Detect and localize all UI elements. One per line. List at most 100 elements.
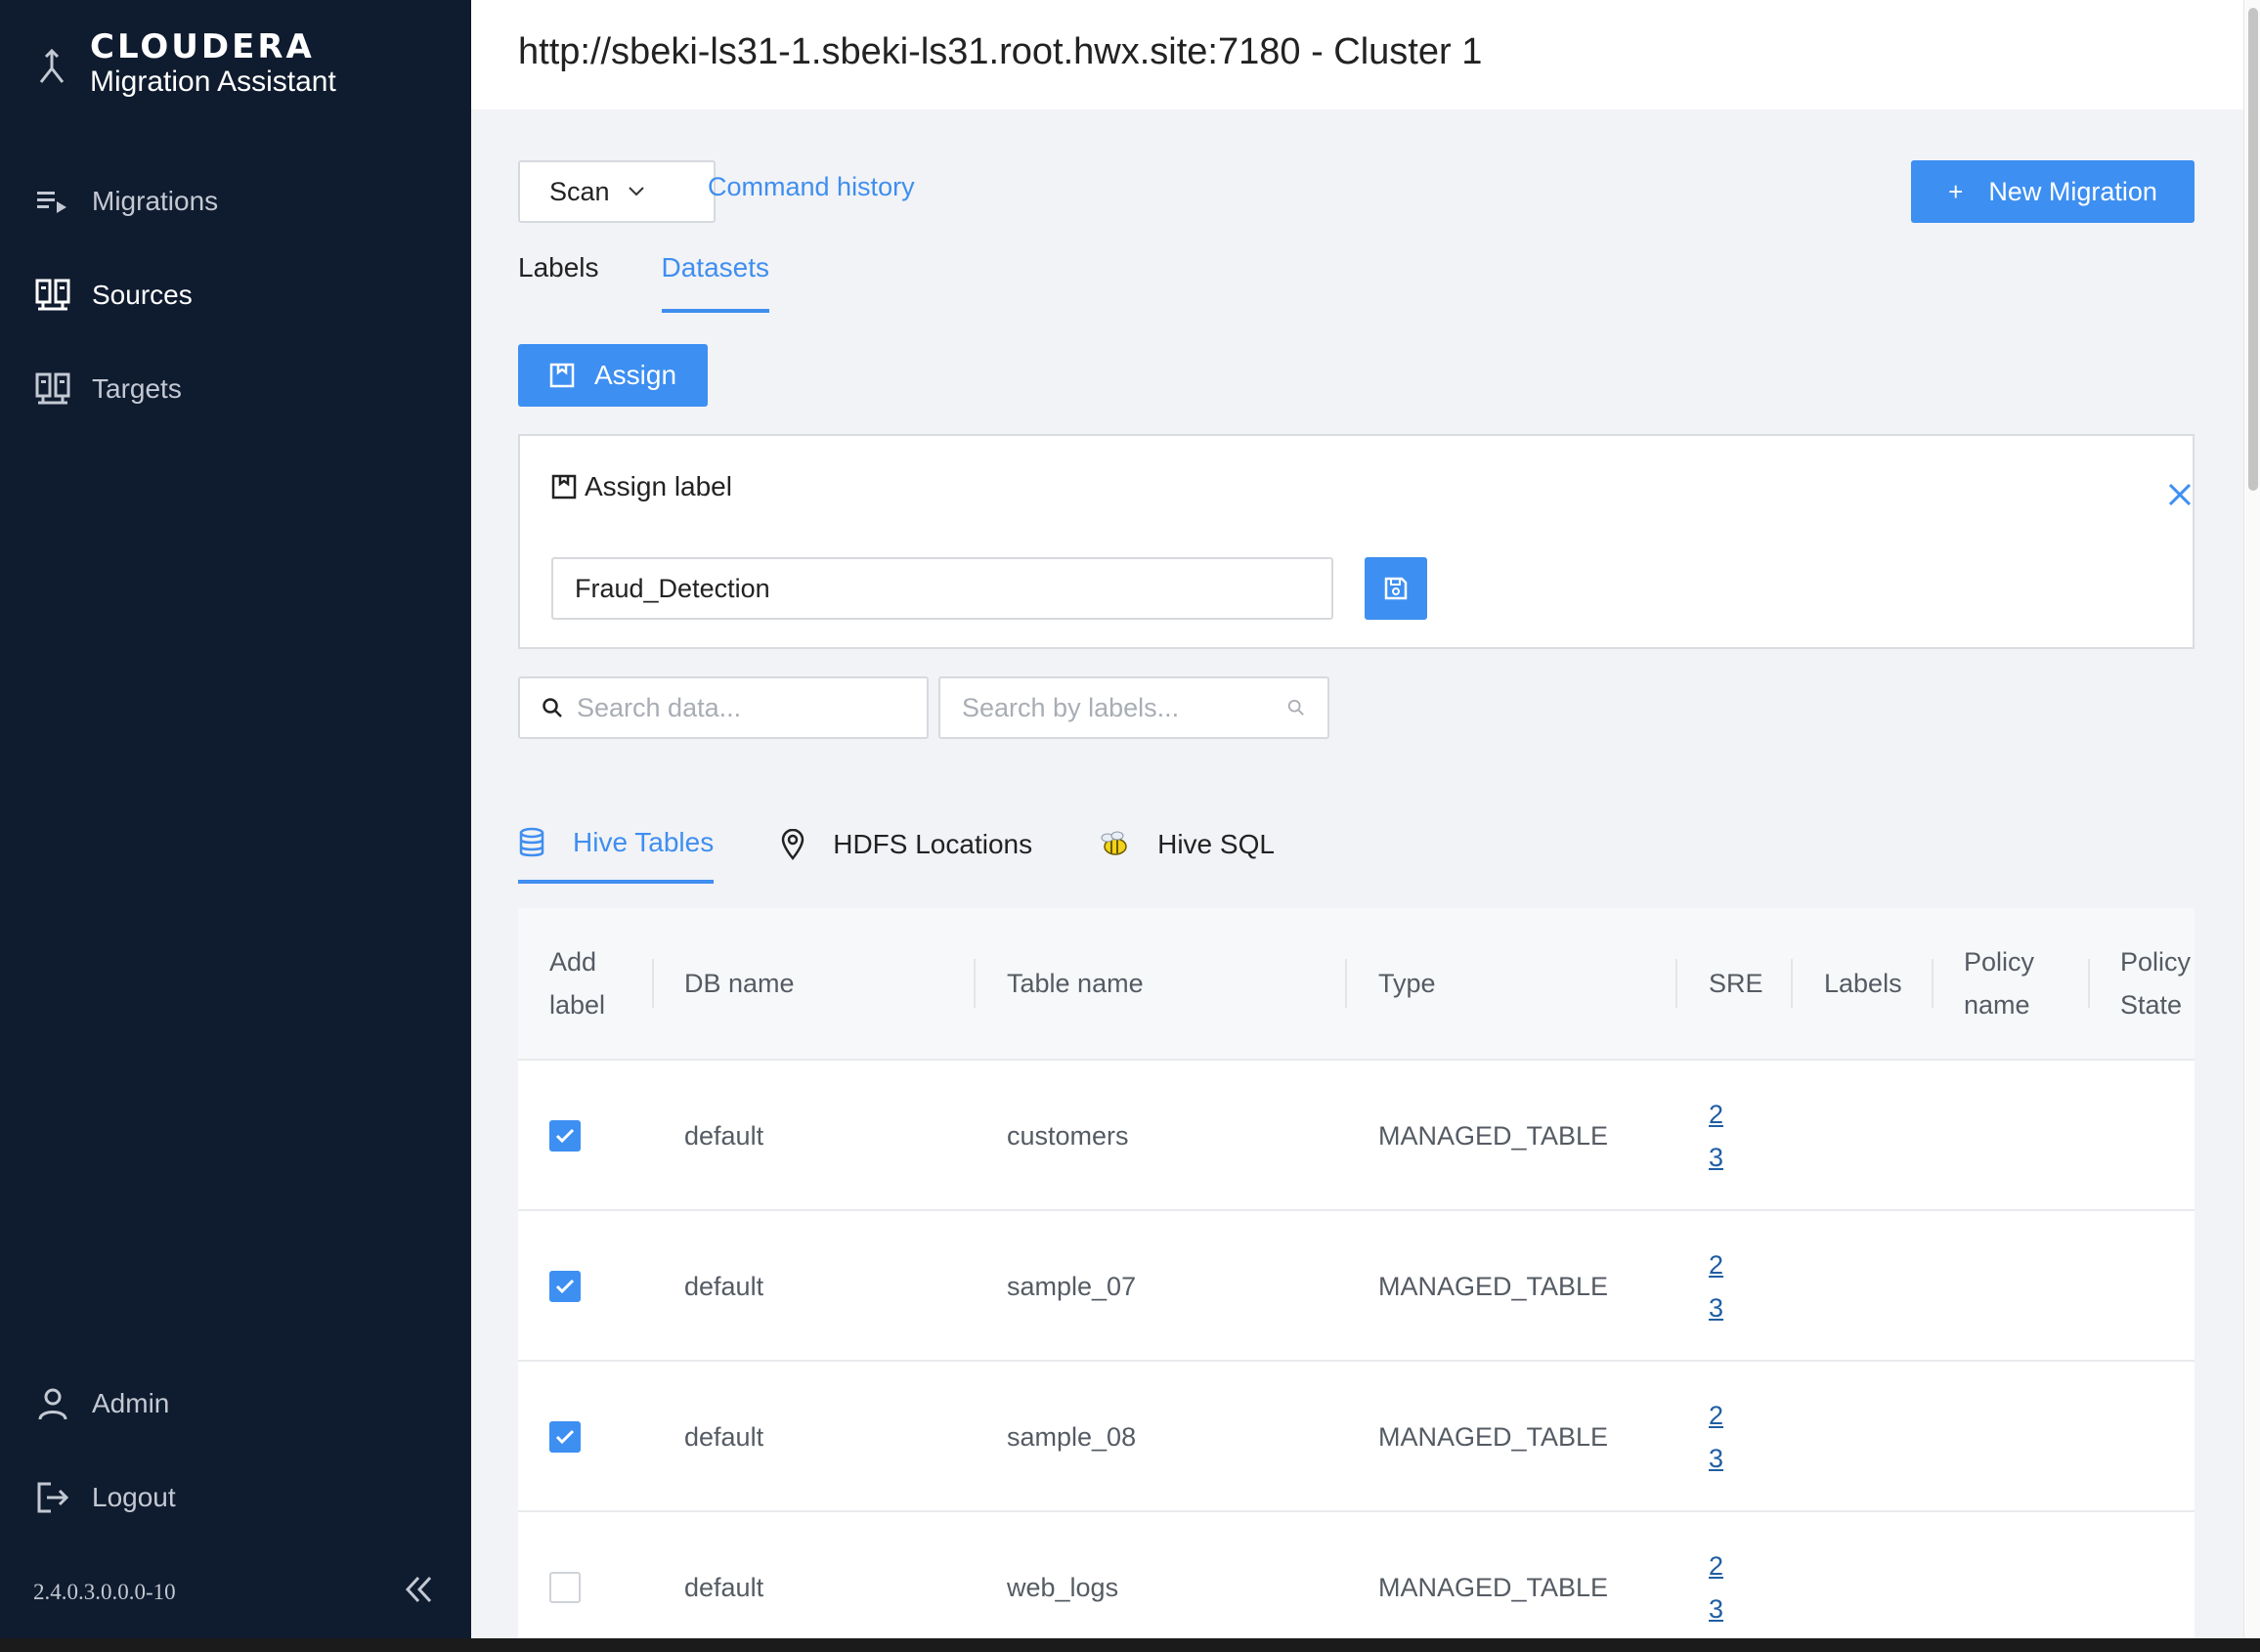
tab-label: Hive SQL <box>1157 829 1275 859</box>
column-header-policy-state[interactable]: Policy State <box>2120 908 2195 1059</box>
location-pin-icon <box>781 829 804 860</box>
app-version: 2.4.0.3.0.0.0-10 <box>33 1580 176 1604</box>
table-name-cell: web_logs <box>1007 1572 1119 1602</box>
sre-link[interactable]: 3 <box>1709 1136 1723 1179</box>
sidebar: CLOUDERA Migration Assistant Migrations … <box>0 0 471 1652</box>
sre-link[interactable]: 3 <box>1709 1587 1723 1630</box>
search-icon <box>543 698 562 717</box>
user-icon <box>38 1388 67 1420</box>
assign-label-icon <box>551 474 577 500</box>
sre-links: 2 3 <box>1709 1394 1723 1480</box>
tab-hdfs-locations[interactable]: HDFS Locations <box>780 805 1032 884</box>
assign-panel-title-text: Assign label <box>585 471 732 501</box>
sre-links: 2 3 <box>1709 1544 1723 1630</box>
db-name-cell: default <box>684 1572 764 1602</box>
assign-label-panel: Assign label <box>518 434 2195 649</box>
tab-hive-sql[interactable]: Hive SQL <box>1099 805 1275 884</box>
column-header-table-name[interactable]: Table name <box>1007 908 1144 1059</box>
checkmark-icon <box>555 1128 575 1144</box>
column-header-labels[interactable]: Labels <box>1824 908 1902 1059</box>
checkmark-icon <box>555 1429 575 1445</box>
column-header-type[interactable]: Type <box>1378 908 1436 1059</box>
dataset-type-tabs: Hive Tables HDFS Locations Hive SQL <box>518 805 1341 888</box>
table-name-cell: sample_08 <box>1007 1421 1137 1452</box>
sidebar-item-label: Targets <box>92 373 182 404</box>
page-header: http://sbeki-ls31-1.sbeki-ls31.root.hwx.… <box>471 0 2243 109</box>
bottom-strip <box>0 1638 2260 1652</box>
type-cell: MANAGED_TABLE <box>1378 1421 1609 1452</box>
save-label-button[interactable] <box>1365 557 1427 620</box>
sidebar-item-label: Admin <box>92 1388 170 1418</box>
search-icon <box>1287 699 1304 716</box>
type-cell: MANAGED_TABLE <box>1378 1271 1609 1301</box>
new-migration-label: New Migration <box>1988 176 2157 206</box>
type-cell: MANAGED_TABLE <box>1378 1120 1609 1151</box>
column-header-sre[interactable]: SRE <box>1709 908 1763 1059</box>
page-title: http://sbeki-ls31-1.sbeki-ls31.root.hwx.… <box>518 31 1483 72</box>
scan-dropdown[interactable]: Scan <box>518 160 716 223</box>
sidebar-item-label: Sources <box>92 280 193 310</box>
hive-tables-table: Add label DB name Table name Type SRE Lab… <box>518 908 2195 1651</box>
sre-links: 2 3 <box>1709 1093 1723 1179</box>
logout-icon <box>37 1482 69 1513</box>
search-labels-input[interactable] <box>962 692 1286 723</box>
sidebar-item-targets[interactable]: Targets <box>0 342 471 436</box>
table-name-cell: sample_07 <box>1007 1271 1137 1301</box>
vertical-scrollbar[interactable] <box>2243 0 2260 1652</box>
sidebar-item-logout[interactable]: Logout <box>0 1451 471 1544</box>
server-icon <box>35 279 70 311</box>
brand-logo: CLOUDERA <box>90 27 315 66</box>
migrations-list-icon <box>37 192 66 213</box>
row-select-checkbox[interactable] <box>549 1572 581 1603</box>
tab-datasets[interactable]: Datasets <box>661 250 770 313</box>
sidebar-item-migrations[interactable]: Migrations <box>0 154 471 248</box>
sidebar-item-admin[interactable]: Admin <box>0 1357 471 1451</box>
sre-link[interactable]: 3 <box>1709 1437 1723 1480</box>
main-content: Scan Command history + New Migration Lab… <box>471 109 2243 1651</box>
tab-labels[interactable]: Labels <box>518 250 599 313</box>
column-header-policy-name[interactable]: Policy name <box>1964 908 2062 1059</box>
row-select-checkbox[interactable] <box>549 1271 581 1302</box>
sre-links: 2 3 <box>1709 1243 1723 1329</box>
column-header-db-name[interactable]: DB name <box>684 908 795 1059</box>
chevron-down-icon <box>628 187 644 196</box>
row-select-checkbox[interactable] <box>549 1421 581 1453</box>
sidebar-item-label: Logout <box>92 1482 176 1512</box>
database-icon <box>519 827 544 857</box>
sre-link[interactable]: 2 <box>1709 1243 1723 1286</box>
type-cell: MANAGED_TABLE <box>1378 1572 1609 1602</box>
double-chevron-left-icon[interactable] <box>399 1570 438 1609</box>
sre-link[interactable]: 2 <box>1709 1544 1723 1587</box>
brand: CLOUDERA Migration Assistant <box>35 29 336 100</box>
new-migration-button[interactable]: + New Migration <box>1911 160 2195 223</box>
assign-button[interactable]: Assign <box>518 344 708 407</box>
view-tabs: Labels Datasets <box>518 250 832 321</box>
checkmark-icon <box>555 1279 575 1294</box>
search-data-input[interactable] <box>577 692 927 723</box>
sidebar-bottom-nav: Admin Logout <box>0 1357 471 1544</box>
assign-label: Assign <box>593 360 677 390</box>
cloudera-merge-icon <box>39 48 65 83</box>
scrollbar-thumb[interactable] <box>2248 8 2258 491</box>
table-header: Add label DB name Table name Type SRE Lab… <box>518 908 2195 1059</box>
sidebar-item-sources[interactable]: Sources <box>0 248 471 342</box>
label-name-input[interactable] <box>551 557 1333 620</box>
assign-panel-title: Assign label <box>551 471 732 502</box>
db-name-cell: default <box>684 1120 764 1151</box>
command-history-link[interactable]: Command history <box>708 172 915 202</box>
row-select-checkbox[interactable] <box>549 1120 581 1152</box>
scan-label: Scan <box>549 176 610 206</box>
sre-link[interactable]: 2 <box>1709 1093 1723 1136</box>
tab-label: HDFS Locations <box>833 829 1033 859</box>
hive-bee-icon <box>1101 831 1127 855</box>
table-name-cell: customers <box>1007 1120 1129 1151</box>
brand-subtitle: Migration Assistant <box>90 65 336 98</box>
table-row: default customers MANAGED_TABLE 2 3 <box>518 1059 2195 1209</box>
close-icon[interactable] <box>2162 477 2197 512</box>
column-header-add-label: Add label <box>549 947 606 1020</box>
tab-hive-tables[interactable]: Hive Tables <box>518 805 715 884</box>
sre-link[interactable]: 2 <box>1709 1394 1723 1437</box>
table-row: default sample_07 MANAGED_TABLE 2 3 <box>518 1209 2195 1360</box>
sre-link[interactable]: 3 <box>1709 1286 1723 1329</box>
tab-label: Hive Tables <box>573 827 715 857</box>
